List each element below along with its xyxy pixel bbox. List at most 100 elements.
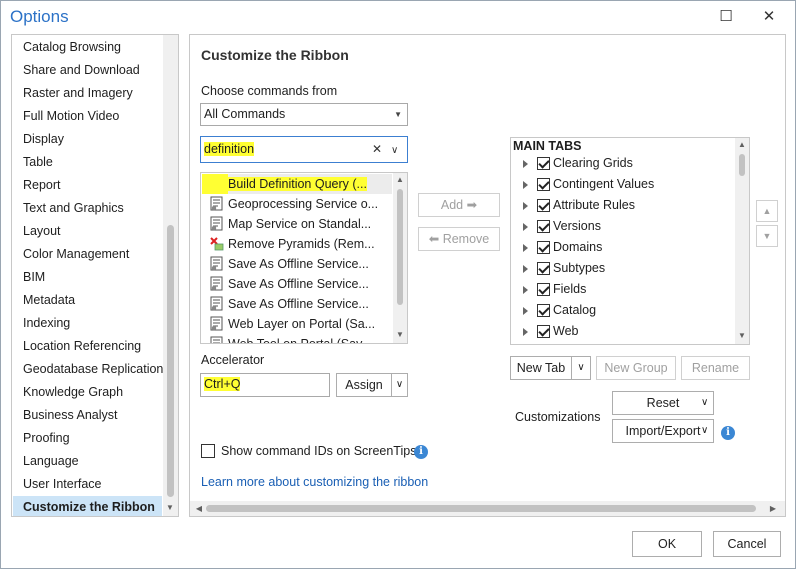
- category-item[interactable]: Knowledge Graph: [13, 381, 162, 404]
- panel-horizontal-scrollbar[interactable]: ◀ ▶: [190, 501, 785, 516]
- scroll-down-arrow-icon[interactable]: ▼: [737, 331, 747, 340]
- expand-icon[interactable]: [523, 243, 528, 252]
- tab-tree-item[interactable]: Attribute Rules: [523, 195, 635, 216]
- accelerator-input[interactable]: Ctrl+Q: [200, 373, 330, 397]
- horizontal-scroll-thumb[interactable]: [206, 505, 756, 512]
- maximize-button[interactable]: ☐: [715, 5, 737, 27]
- tabs-scroll-thumb[interactable]: [739, 154, 745, 176]
- tab-tree-item[interactable]: Subtypes: [523, 258, 605, 279]
- category-scroll-thumb[interactable]: [167, 225, 174, 497]
- command-item[interactable]: Save As Offline Service...: [202, 274, 392, 294]
- category-item[interactable]: Layout: [13, 220, 162, 243]
- scroll-up-arrow-icon[interactable]: ▲: [395, 175, 405, 184]
- tab-tree-item[interactable]: Versions: [523, 216, 601, 237]
- category-item[interactable]: Report: [13, 174, 162, 197]
- new-tab-dropdown-button[interactable]: ∨: [571, 356, 591, 380]
- category-item[interactable]: Color Management: [13, 243, 162, 266]
- tabs-scrollbar[interactable]: ▲ ▼: [735, 138, 749, 344]
- learn-more-link[interactable]: Learn more about customizing the ribbon: [201, 475, 428, 489]
- category-item[interactable]: Proofing: [13, 427, 162, 450]
- expand-icon[interactable]: [523, 327, 528, 336]
- category-item[interactable]: Display: [13, 128, 162, 151]
- tab-tree-item[interactable]: Catalog: [523, 300, 596, 321]
- choose-commands-select[interactable]: All Commands ▼: [200, 103, 408, 126]
- category-item[interactable]: Share and Download: [13, 59, 162, 82]
- ok-button[interactable]: OK: [632, 531, 702, 557]
- remove-button[interactable]: ⬅ Remove: [418, 227, 500, 251]
- category-item[interactable]: Indexing: [13, 312, 162, 335]
- category-item[interactable]: Raster and Imagery: [13, 82, 162, 105]
- command-item[interactable]: Build Definition Query (...: [202, 174, 392, 194]
- import-export-button[interactable]: Import/Export ∨: [612, 419, 714, 443]
- scroll-down-arrow-icon[interactable]: ▼: [395, 330, 405, 339]
- move-up-button[interactable]: ▲: [756, 200, 778, 222]
- category-item[interactable]: BIM: [13, 266, 162, 289]
- expand-icon[interactable]: [523, 306, 528, 315]
- show-ids-checkbox[interactable]: [201, 444, 215, 458]
- expand-icon[interactable]: [523, 285, 528, 294]
- tab-tree-item[interactable]: Web: [523, 321, 578, 342]
- reset-button[interactable]: Reset ∨: [612, 391, 714, 415]
- tab-tree-item[interactable]: Domains: [523, 237, 602, 258]
- tab-checkbox[interactable]: [537, 178, 550, 192]
- command-item[interactable]: Geoprocessing Service o...: [202, 194, 392, 214]
- scroll-left-arrow-icon[interactable]: ◀: [194, 504, 204, 513]
- cancel-button[interactable]: Cancel: [713, 531, 781, 557]
- category-item[interactable]: Text and Graphics: [13, 197, 162, 220]
- command-item[interactable]: Web Tool on Portal (Sav...: [202, 334, 392, 343]
- tab-checkbox[interactable]: [537, 262, 550, 276]
- category-item[interactable]: Catalog Browsing: [13, 36, 162, 59]
- command-item[interactable]: Web Layer on Portal (Sa...: [202, 314, 392, 334]
- command-item[interactable]: Remove Pyramids (Rem...: [202, 234, 392, 254]
- category-item[interactable]: Location Referencing: [13, 335, 162, 358]
- scroll-right-arrow-icon[interactable]: ▶: [768, 504, 778, 513]
- info-icon[interactable]: i: [414, 445, 428, 459]
- scroll-up-arrow-icon[interactable]: ▲: [737, 140, 747, 149]
- tab-checkbox[interactable]: [537, 304, 550, 318]
- tab-checkbox[interactable]: [537, 157, 550, 171]
- tab-checkbox[interactable]: [537, 199, 550, 213]
- new-group-button[interactable]: New Group: [596, 356, 676, 380]
- category-item[interactable]: Business Analyst: [13, 404, 162, 427]
- command-scrollbar[interactable]: ▲ ▼: [393, 173, 407, 343]
- category-item[interactable]: Metadata: [13, 289, 162, 312]
- command-item[interactable]: Save As Offline Service...: [202, 254, 392, 274]
- assign-button[interactable]: Assign: [336, 373, 392, 397]
- command-item[interactable]: Map Service on Standal...: [202, 214, 392, 234]
- assign-dropdown-button[interactable]: ∨: [391, 373, 408, 397]
- search-dropdown-icon[interactable]: ∨: [391, 138, 398, 163]
- ribbon-tabs-tree[interactable]: MAIN TABS Clearing Grids Contingent Value…: [510, 137, 750, 345]
- tab-checkbox[interactable]: [537, 220, 550, 234]
- category-item[interactable]: User Interface: [13, 473, 162, 496]
- info-icon[interactable]: i: [721, 426, 735, 440]
- expand-icon[interactable]: [523, 201, 528, 210]
- tab-checkbox[interactable]: [537, 283, 550, 297]
- add-button[interactable]: Add ➡: [418, 193, 500, 217]
- scroll-down-arrow-icon[interactable]: ▼: [165, 503, 175, 512]
- category-item[interactable]: Table: [13, 151, 162, 174]
- category-item[interactable]: Full Motion Video: [13, 105, 162, 128]
- tab-checkbox[interactable]: [537, 325, 550, 339]
- category-scrollbar[interactable]: ▼: [163, 35, 178, 516]
- expand-icon[interactable]: [523, 264, 528, 273]
- command-item[interactable]: Save As Offline Service...: [202, 294, 392, 314]
- close-button[interactable]: ✕: [758, 5, 780, 27]
- new-tab-button[interactable]: New Tab: [510, 356, 572, 380]
- command-scroll-thumb[interactable]: [397, 189, 403, 305]
- tab-tree-item[interactable]: Fields: [523, 279, 586, 300]
- tab-tree-item[interactable]: Clearing Grids: [523, 153, 633, 174]
- tab-checkbox[interactable]: [537, 241, 550, 255]
- clear-search-icon[interactable]: ✕: [372, 137, 382, 162]
- tab-tree-item[interactable]: Contingent Values: [523, 174, 654, 195]
- category-item[interactable]: Geodatabase Replication: [13, 358, 163, 381]
- expand-icon[interactable]: [523, 159, 528, 168]
- command-list[interactable]: Build Definition Query (... Geoprocessing…: [200, 172, 408, 344]
- category-list[interactable]: Catalog Browsing Share and Download Raster…: [11, 34, 179, 517]
- command-search-input[interactable]: definition ✕ ∨: [200, 136, 408, 163]
- category-item[interactable]: Language: [13, 450, 162, 473]
- category-item[interactable]: Customize the Ribbon: [13, 496, 162, 516]
- expand-icon[interactable]: [523, 222, 528, 231]
- rename-button[interactable]: Rename: [681, 356, 750, 380]
- move-down-button[interactable]: ▼: [756, 225, 778, 247]
- expand-icon[interactable]: [523, 180, 528, 189]
